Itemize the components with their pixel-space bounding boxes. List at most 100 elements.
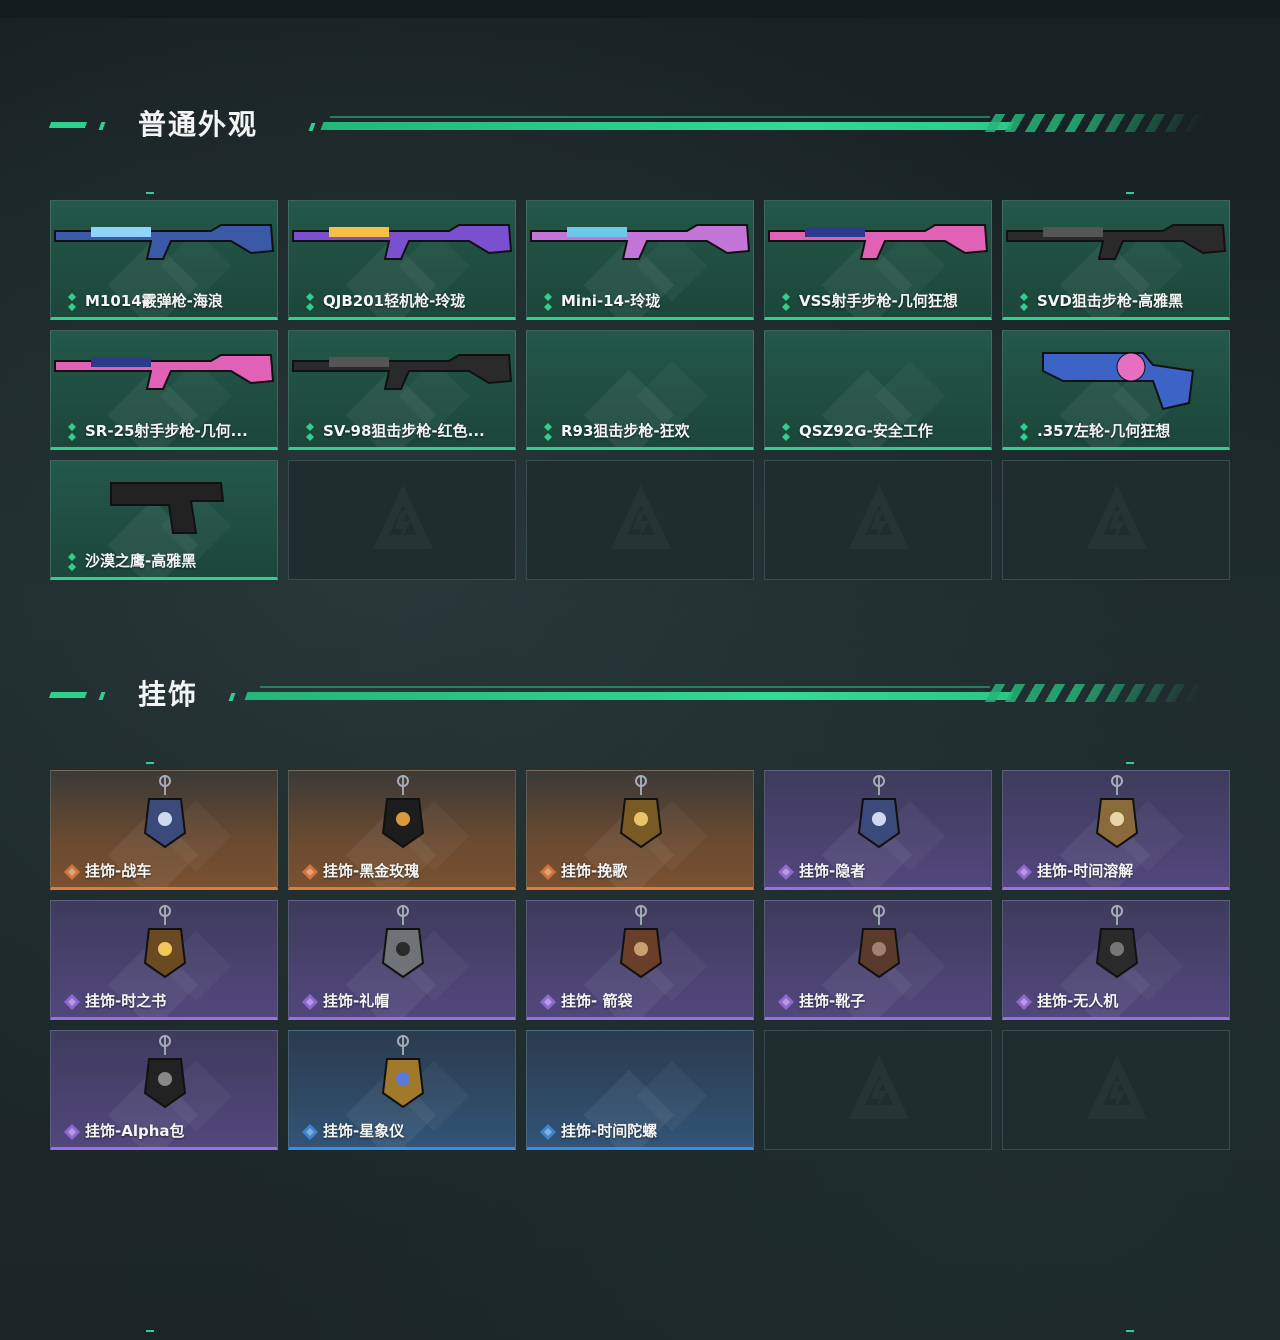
charm-card[interactable]: 挂饰-战车 [50,770,278,890]
item-label: 挂饰-时间溶解 [1037,862,1134,880]
rarity-icon [778,994,794,1010]
quiver-charm-icon [619,905,663,979]
marksman-rifle-icon [768,224,989,260]
sniper-rifle-icon [292,354,513,390]
marksman-rifle-icon [54,354,275,390]
item-label: 挂饰-时之书 [85,992,167,1010]
charm-card[interactable]: 挂饰-时之书 [50,900,278,1020]
section-title: 普通外观 [138,108,259,141]
rose-charm-icon [381,775,425,849]
charms-grid: 挂饰-战车 挂饰-黑金玫瑰 挂饰-挽歌 挂饰-隐者 挂饰-时间溶解 挂饰-时之书… [50,770,1230,1150]
rarity-icon [544,293,552,311]
item-label: 挂饰- 箭袋 [561,992,633,1010]
rarity-icon [1016,864,1032,880]
header-checker-pattern [984,684,1206,702]
rarity-icon [68,423,76,441]
rarity-icon [778,864,794,880]
item-label: 挂饰-黑金玫瑰 [323,862,420,880]
rarity-icon [540,994,556,1010]
item-label: M1014霰弹枪-海浪 [85,292,223,310]
item-label: 挂饰-Alpha包 [85,1122,185,1140]
charm-card[interactable]: 挂饰- 箭袋 [526,900,754,1020]
header-accent-line [244,692,1014,700]
item-label: Mini-14-玲珑 [561,292,661,310]
game-logo-icon [849,485,909,549]
corner-mark [146,762,154,764]
charm-card[interactable]: 挂饰-星象仪 [288,1030,516,1150]
charm-card[interactable]: 挂饰-挽歌 [526,770,754,890]
item-label: 沙漠之鹰-高雅黑 [85,552,197,570]
section-header: 挂饰 [0,678,1280,718]
item-label: SV-98狙击步枪-红色... [323,422,485,440]
charm-card[interactable]: 挂饰-隐者 [764,770,992,890]
corner-mark [1126,192,1134,194]
pendant-charm-icon [619,775,663,849]
tarot-card-charm-icon [857,775,901,849]
charm-card[interactable]: 挂饰-时间陀螺 [526,1030,754,1150]
header-dash [48,122,88,128]
game-logo-icon [1087,485,1147,549]
game-logo-icon [1087,1055,1147,1119]
empty-slot [1002,1030,1230,1150]
charm-card[interactable]: 挂饰-黑金玫瑰 [288,770,516,890]
game-logo-icon [611,485,671,549]
item-label: 挂饰-无人机 [1037,992,1119,1010]
skin-card[interactable]: .357左轮-几何狂想 [1002,330,1230,450]
corner-mark [1126,1330,1134,1332]
empty-slot [764,1030,992,1150]
skin-card[interactable]: SR-25射手步枪-几何... [50,330,278,450]
skin-card[interactable]: Mini-14-玲珑 [526,200,754,320]
rarity-icon [64,1124,80,1140]
empty-slot [288,460,516,580]
skin-card[interactable]: QJB201轻机枪-玲珑 [288,200,516,320]
rarity-icon [540,1124,556,1140]
header-checker-pattern [984,114,1206,132]
skin-card[interactable]: M1014霰弹枪-海浪 [50,200,278,320]
melting-clock-charm-icon [1095,775,1139,849]
rarity-icon [68,293,76,311]
sniper-rifle-icon [1006,224,1227,260]
item-label: VSS射手步枪-几何狂想 [799,292,958,310]
charm-card[interactable]: 挂饰-礼帽 [288,900,516,1020]
boot-charm-icon [857,905,901,979]
rarity-icon [302,864,318,880]
game-logo-icon [373,485,433,549]
charm-card[interactable]: 挂饰-Alpha包 [50,1030,278,1150]
item-label: 挂饰-时间陀螺 [561,1122,658,1140]
charm-card[interactable]: 挂饰-时间溶解 [1002,770,1230,890]
corner-mark [1126,762,1134,764]
rarity-icon [64,864,80,880]
rarity-icon [302,1124,318,1140]
item-label: QJB201轻机枪-玲珑 [323,292,466,310]
charm-card[interactable]: 挂饰-无人机 [1002,900,1230,1020]
tarot-card-charm-icon [143,775,187,849]
corner-mark [146,192,154,194]
rarity-icon [302,994,318,1010]
skin-card[interactable]: QSZ92G-安全工作 [764,330,992,450]
charm-card[interactable]: 挂饰-靴子 [764,900,992,1020]
skin-card[interactable]: 沙漠之鹰-高雅黑 [50,460,278,580]
skin-card[interactable]: R93狙击步枪-狂欢 [526,330,754,450]
header-dash [98,692,106,700]
rifle-icon [530,224,751,260]
skin-card[interactable]: SVD狙击步枪-高雅黑 [1002,200,1230,320]
header-tick [228,693,236,701]
game-logo-icon [849,1055,909,1119]
rarity-icon [782,293,790,311]
revolver-icon [1042,352,1195,411]
item-label: SVD狙击步枪-高雅黑 [1037,292,1184,310]
header-tick [308,123,316,131]
header-thin-line [260,686,990,688]
rarity-icon [540,864,556,880]
shotgun-icon [54,224,275,260]
section-title: 挂饰 [138,678,199,711]
header-dash [98,122,106,130]
item-label: 挂饰-挽歌 [561,862,628,880]
item-label: .357左轮-几何狂想 [1037,422,1171,440]
empty-slot [764,460,992,580]
rarity-icon [68,553,76,571]
book-charm-icon [143,905,187,979]
skin-card[interactable]: VSS射手步枪-几何狂想 [764,200,992,320]
item-label: SR-25射手步枪-几何... [85,422,248,440]
skin-card[interactable]: SV-98狙击步枪-红色... [288,330,516,450]
